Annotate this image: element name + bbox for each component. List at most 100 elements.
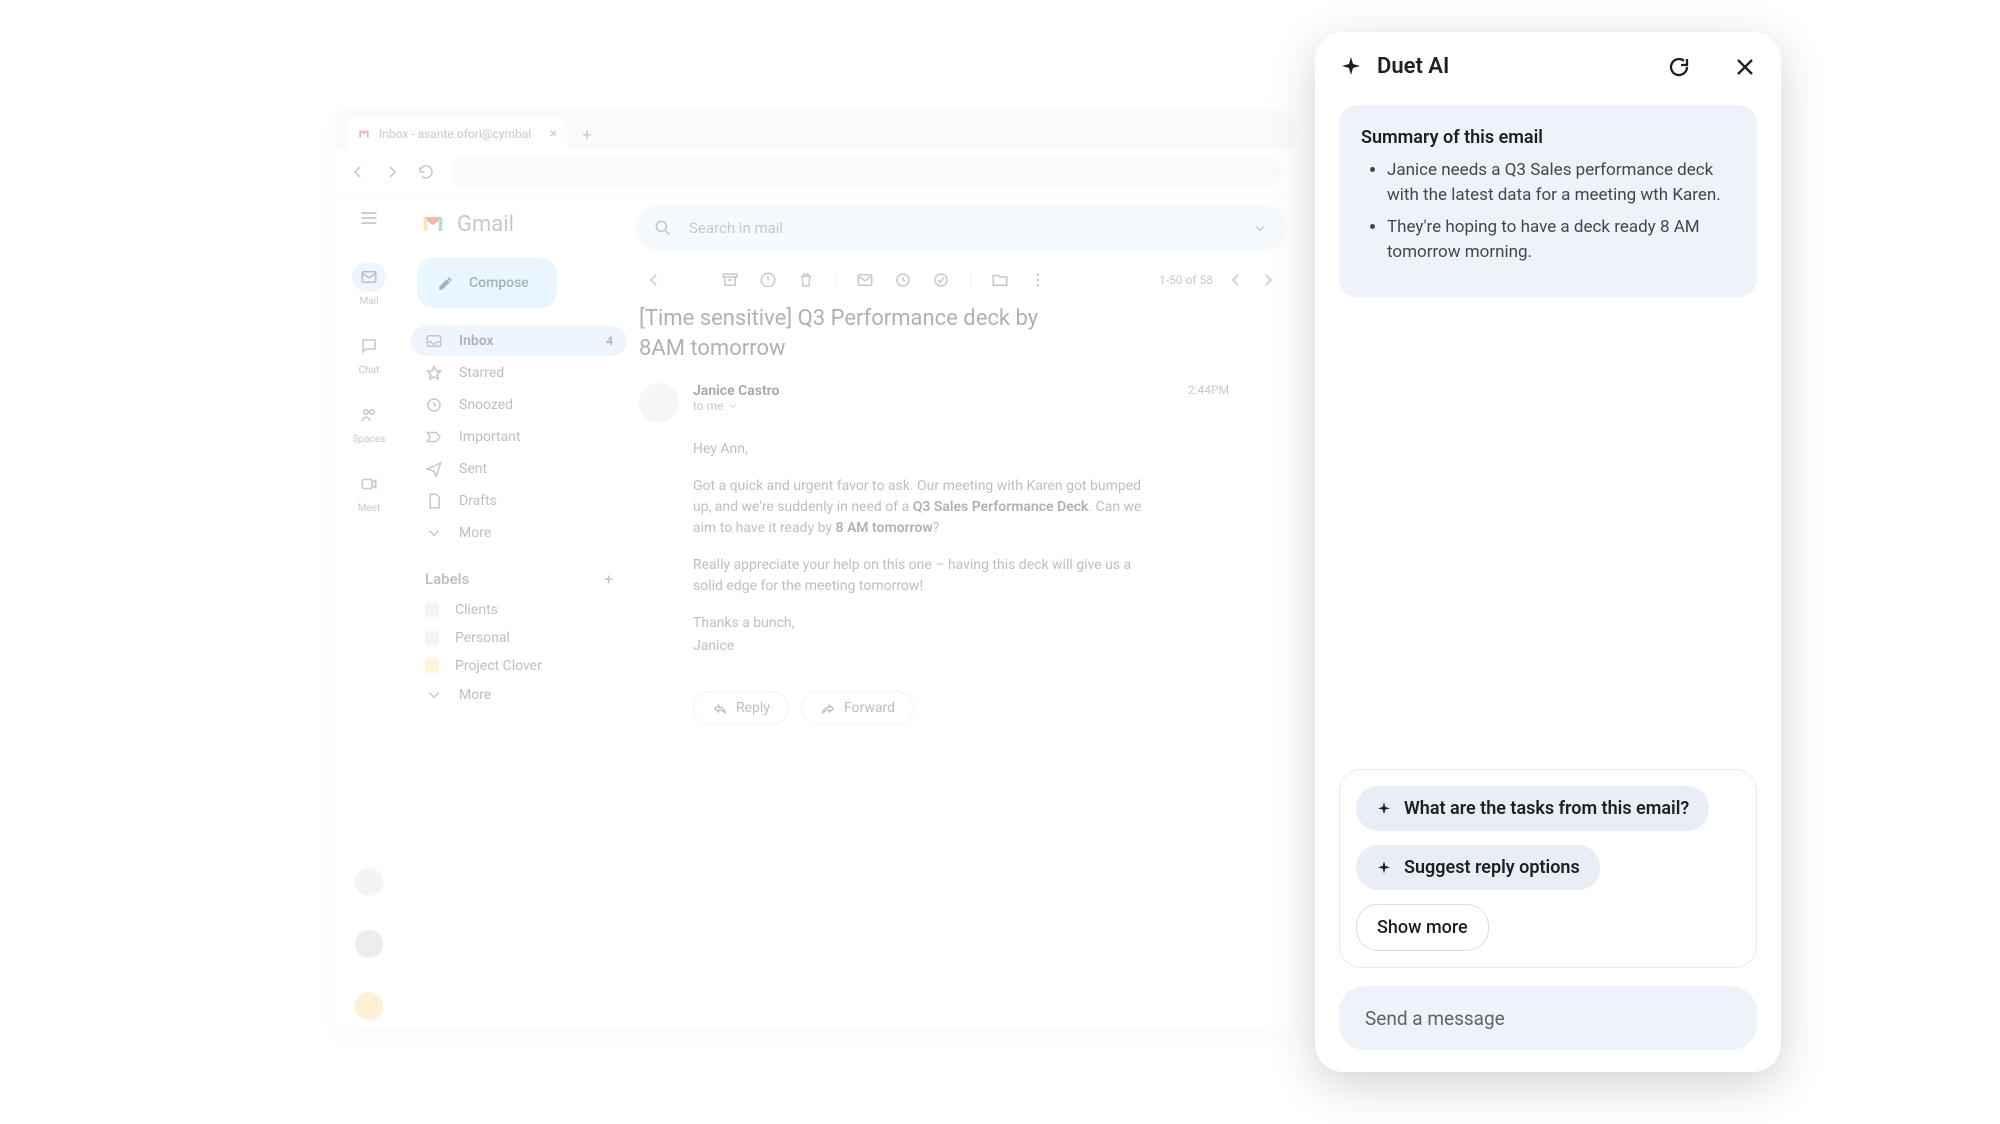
snooze-icon[interactable] bbox=[894, 271, 912, 289]
next-page-icon[interactable] bbox=[1259, 271, 1277, 289]
folder-label: Drafts bbox=[459, 493, 497, 509]
refresh-button[interactable] bbox=[1667, 55, 1691, 79]
add-task-icon[interactable] bbox=[932, 271, 950, 289]
show-more-label: Show more bbox=[1377, 917, 1468, 938]
archive-icon[interactable] bbox=[721, 271, 739, 289]
compose-label: Compose bbox=[469, 275, 529, 291]
message-body: Hey Ann, Got a quick and urgent favor to… bbox=[635, 433, 1155, 691]
rail-item-mail[interactable]: Mail bbox=[352, 262, 386, 307]
rail-item-meet[interactable]: Meet bbox=[352, 469, 386, 514]
search-placeholder: Search in mail bbox=[689, 219, 783, 237]
reply-button[interactable]: Reply bbox=[693, 691, 789, 725]
mark-unread-icon[interactable] bbox=[856, 271, 874, 289]
url-bar[interactable] bbox=[451, 157, 1281, 187]
status-avatar[interactable] bbox=[355, 992, 383, 1020]
search-input[interactable]: Search in mail bbox=[635, 204, 1287, 252]
folder-list: Inbox4 Starred Snoozed Important Sent Drafts M… bbox=[411, 326, 627, 548]
signature-name: Janice bbox=[693, 636, 1145, 657]
suggestion-block: What are the tasks from this email? Sugge… bbox=[1339, 769, 1757, 968]
forward-button[interactable]: Forward bbox=[801, 691, 914, 725]
summary-bullet: Janice needs a Q3 Sales performance deck… bbox=[1387, 158, 1735, 207]
sidebar-item-sent[interactable]: Sent bbox=[411, 454, 627, 484]
label-text: Personal bbox=[455, 630, 510, 646]
clock-icon bbox=[425, 396, 443, 414]
status-avatar[interactable] bbox=[355, 868, 383, 896]
chevron-down-icon[interactable] bbox=[728, 401, 738, 411]
menu-icon[interactable] bbox=[359, 208, 379, 228]
label-item-clients[interactable]: Clients bbox=[411, 596, 627, 624]
sender-avatar bbox=[639, 383, 679, 423]
suggestion-chip[interactable]: What are the tasks from this email? bbox=[1356, 786, 1709, 831]
signoff-line: Thanks a bunch, bbox=[693, 613, 1145, 634]
folder-label: Sent bbox=[459, 461, 487, 477]
browser-toolbar bbox=[335, 150, 1295, 194]
summary-title: Summary of this email bbox=[1361, 127, 1735, 148]
suggestion-chip[interactable]: Suggest reply options bbox=[1356, 845, 1600, 890]
forward-icon[interactable] bbox=[383, 163, 401, 181]
move-to-icon[interactable] bbox=[991, 271, 1009, 289]
rail-item-spaces[interactable]: Spaces bbox=[352, 400, 386, 445]
label-text: Clients bbox=[455, 602, 498, 618]
reload-icon[interactable] bbox=[417, 163, 435, 181]
star-icon bbox=[425, 364, 443, 382]
search-options-icon[interactable] bbox=[1251, 219, 1269, 237]
summary-list: Janice needs a Q3 Sales performance deck… bbox=[1361, 158, 1735, 265]
chip-label: Suggest reply options bbox=[1404, 857, 1580, 878]
forward-label: Forward bbox=[844, 700, 895, 716]
status-avatar[interactable] bbox=[355, 930, 383, 958]
duet-title: Duet AI bbox=[1377, 54, 1449, 79]
sidebar-item-drafts[interactable]: Drafts bbox=[411, 486, 627, 516]
sidebar-item-inbox[interactable]: Inbox4 bbox=[411, 326, 627, 356]
delete-icon[interactable] bbox=[797, 271, 815, 289]
label-item-project-clover[interactable]: Project Clover bbox=[411, 652, 627, 680]
sidebar-item-more[interactable]: More bbox=[411, 518, 627, 548]
rail-item-chat[interactable]: Chat bbox=[352, 331, 386, 376]
prev-page-icon[interactable] bbox=[1227, 271, 1245, 289]
folder-label: Important bbox=[459, 429, 521, 445]
folder-label: More bbox=[459, 525, 491, 541]
body-para-1: Got a quick and urgent favor to ask. Our… bbox=[693, 476, 1145, 539]
compose-button[interactable]: Compose bbox=[417, 258, 557, 308]
sidebar: Gmail Compose Inbox4 Starred Snoozed Import… bbox=[403, 194, 635, 1030]
close-button[interactable] bbox=[1733, 55, 1757, 79]
reply-arrow-icon bbox=[712, 700, 728, 716]
back-icon[interactable] bbox=[349, 163, 367, 181]
email-subject: [Time sensitive] Q3 Performance deck by … bbox=[639, 304, 1039, 363]
greeting-line: Hey Ann, bbox=[693, 439, 1145, 460]
sparkle-icon bbox=[1339, 55, 1363, 79]
gmail-window: Inbox - asante.ofori@cymbal × + Mail Cha… bbox=[335, 110, 1295, 1030]
sidebar-item-snoozed[interactable]: Snoozed bbox=[411, 390, 627, 420]
folder-label: Starred bbox=[459, 365, 504, 381]
browser-tab[interactable]: Inbox - asante.ofori@cymbal × bbox=[347, 118, 567, 150]
mail-main: Search in mail 1-50 of 58 bbox=[635, 194, 1295, 1030]
more-icon[interactable] bbox=[1029, 271, 1047, 289]
forward-arrow-icon bbox=[820, 700, 836, 716]
file-icon bbox=[425, 492, 443, 510]
gmail-logo-icon bbox=[419, 210, 447, 238]
sparkle-icon bbox=[1376, 801, 1392, 817]
brand-text: Gmail bbox=[457, 212, 514, 237]
tab-close-icon[interactable]: × bbox=[550, 126, 557, 142]
sparkle-icon bbox=[1376, 860, 1392, 876]
gmail-brand: Gmail bbox=[411, 206, 627, 258]
report-spam-icon[interactable] bbox=[759, 271, 777, 289]
chevron-down-icon bbox=[425, 686, 443, 704]
labels-heading: Labels bbox=[425, 570, 469, 588]
message-composer[interactable]: Send a message bbox=[1339, 986, 1757, 1050]
new-tab-button[interactable]: + bbox=[575, 122, 599, 146]
label-text: More bbox=[459, 687, 491, 703]
gmail-favicon-icon bbox=[357, 127, 371, 141]
summary-card: Summary of this email Janice needs a Q3 … bbox=[1339, 105, 1757, 297]
recipient-text: to me bbox=[693, 399, 724, 413]
sidebar-item-important[interactable]: Important bbox=[411, 422, 627, 452]
label-item-more[interactable]: More bbox=[411, 680, 627, 710]
back-to-inbox-icon[interactable] bbox=[645, 271, 663, 289]
rail-label: Spaces bbox=[353, 434, 386, 445]
show-more-button[interactable]: Show more bbox=[1356, 904, 1489, 951]
send-icon bbox=[425, 460, 443, 478]
browser-tabstrip: Inbox - asante.ofori@cymbal × + bbox=[335, 110, 1295, 150]
add-label-icon[interactable]: + bbox=[605, 570, 613, 588]
sidebar-item-starred[interactable]: Starred bbox=[411, 358, 627, 388]
label-item-personal[interactable]: Personal bbox=[411, 624, 627, 652]
folder-label: Snoozed bbox=[459, 397, 513, 413]
